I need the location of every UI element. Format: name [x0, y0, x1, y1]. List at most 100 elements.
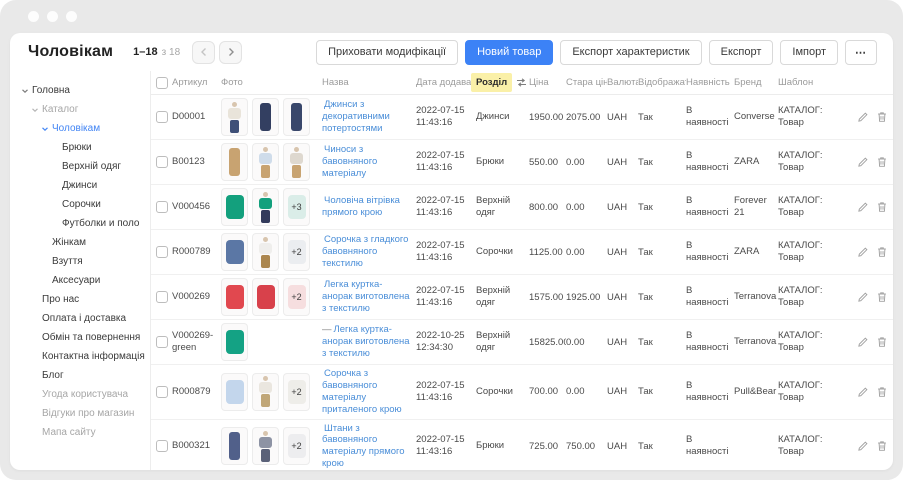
- import-button[interactable]: Імпорт: [780, 40, 838, 65]
- sort-icon[interactable]: [516, 78, 527, 87]
- column-header-display[interactable]: Відображати: [638, 77, 686, 88]
- export-characteristics-button[interactable]: Експорт характеристик: [560, 40, 701, 65]
- section-cell: Верхній одяг: [476, 330, 529, 354]
- product-link[interactable]: Сорочка з гладкого бавовняного текстилю: [322, 234, 408, 269]
- product-thumbnail[interactable]: [283, 98, 310, 136]
- row-checkbox[interactable]: [156, 291, 168, 303]
- product-thumbnail[interactable]: [221, 143, 248, 181]
- sidebar-item[interactable]: Контактна інформація: [10, 347, 150, 366]
- sidebar-item[interactable]: Угода користувача: [10, 385, 150, 404]
- new-product-button[interactable]: Новий товар: [465, 40, 553, 65]
- hide-modifications-button[interactable]: Приховати модифікації: [316, 40, 458, 65]
- row-checkbox[interactable]: [156, 386, 168, 398]
- sidebar-item[interactable]: Чоловікам: [10, 119, 150, 138]
- edit-pencil-icon[interactable]: [857, 246, 869, 258]
- row-checkbox[interactable]: [156, 246, 168, 258]
- product-link[interactable]: Сорочка з бавовняного матеріалу притален…: [322, 368, 402, 415]
- trash-icon[interactable]: [876, 111, 888, 123]
- column-header-currency[interactable]: Валюта: [607, 77, 638, 88]
- sidebar-item[interactable]: Брюки: [10, 138, 150, 157]
- more-photos-badge[interactable]: +2: [283, 233, 310, 271]
- export-button[interactable]: Експорт: [709, 40, 774, 65]
- pagination-prev-button[interactable]: [192, 41, 215, 64]
- product-thumbnail[interactable]: [221, 233, 248, 271]
- name-cell: Сорочка з бавовняного матеріалу притален…: [322, 368, 416, 416]
- trash-icon[interactable]: [876, 156, 888, 168]
- price-cell: 15825.00: [529, 337, 566, 348]
- sidebar-item[interactable]: Джинси: [10, 176, 150, 195]
- product-thumbnail[interactable]: [252, 188, 279, 226]
- product-thumbnail[interactable]: [252, 98, 279, 136]
- more-photos-badge[interactable]: +3: [283, 188, 310, 226]
- brand-cell: Terranova: [734, 336, 778, 348]
- trash-icon[interactable]: [876, 440, 888, 452]
- row-checkbox[interactable]: [156, 201, 168, 213]
- product-thumbnail[interactable]: [221, 373, 248, 411]
- product-thumbnail[interactable]: [252, 373, 279, 411]
- column-header-availability[interactable]: Наявність: [686, 77, 734, 88]
- product-thumbnail[interactable]: [252, 143, 279, 181]
- trash-icon[interactable]: [876, 291, 888, 303]
- product-thumbnail[interactable]: [252, 427, 279, 465]
- product-thumbnail[interactable]: [221, 427, 248, 465]
- product-link[interactable]: Штани з бавовняного матеріалу прямого кр…: [322, 423, 405, 470]
- window-dot-icon: [47, 11, 58, 22]
- edit-pencil-icon[interactable]: [857, 291, 869, 303]
- edit-pencil-icon[interactable]: [857, 440, 869, 452]
- column-header-sku[interactable]: Артикул: [172, 77, 221, 88]
- edit-pencil-icon[interactable]: [857, 386, 869, 398]
- row-checkbox[interactable]: [156, 111, 168, 123]
- column-header-template[interactable]: Шаблон: [778, 77, 851, 88]
- sidebar-item[interactable]: Жінкам: [10, 233, 150, 252]
- more-photos-badge[interactable]: +2: [283, 278, 310, 316]
- trash-icon[interactable]: [876, 336, 888, 348]
- product-link[interactable]: Чоловіча вітрівка прямого крою: [322, 195, 400, 218]
- product-thumbnail[interactable]: [221, 98, 248, 136]
- product-link[interactable]: Джинси з декоративними потертостями: [322, 99, 390, 134]
- sidebar-item[interactable]: Футболки и поло: [10, 214, 150, 233]
- product-thumbnail[interactable]: [252, 278, 279, 316]
- sidebar-item[interactable]: Аксесуари: [10, 271, 150, 290]
- product-link[interactable]: Чиноси з бавовняного матеріалу: [322, 144, 377, 179]
- sidebar-item[interactable]: Верхній одяг: [10, 157, 150, 176]
- sidebar-item[interactable]: Каталог: [10, 100, 150, 119]
- column-header-old-price[interactable]: Стара ціна: [566, 77, 607, 88]
- trash-icon[interactable]: [876, 246, 888, 258]
- row-checkbox[interactable]: [156, 440, 168, 452]
- row-checkbox[interactable]: [156, 156, 168, 168]
- column-header-brand[interactable]: Бренд: [734, 77, 778, 88]
- column-header-section[interactable]: Розділ: [476, 73, 529, 92]
- product-link[interactable]: Легка куртка-анорак виготовлена з тексти…: [322, 279, 410, 314]
- row-checkbox[interactable]: [156, 336, 168, 348]
- pagination-next-button[interactable]: [219, 41, 242, 64]
- product-thumbnail[interactable]: [221, 323, 248, 361]
- trash-icon[interactable]: [876, 201, 888, 213]
- column-header-photo[interactable]: Фото: [221, 77, 322, 88]
- sidebar-item[interactable]: Мапа сайту: [10, 423, 150, 442]
- edit-pencil-icon[interactable]: [857, 111, 869, 123]
- sidebar-item[interactable]: Про нас: [10, 290, 150, 309]
- sidebar-item[interactable]: Взуття: [10, 252, 150, 271]
- edit-pencil-icon[interactable]: [857, 201, 869, 213]
- sidebar-item[interactable]: Відгуки про магазин: [10, 404, 150, 423]
- column-header-name[interactable]: Назва: [322, 77, 416, 88]
- trash-icon[interactable]: [876, 386, 888, 398]
- sidebar-item[interactable]: Сорочки: [10, 195, 150, 214]
- sidebar-item[interactable]: Обмін та повернення: [10, 328, 150, 347]
- edit-pencil-icon[interactable]: [857, 156, 869, 168]
- sidebar-item[interactable]: Оплата і доставка: [10, 309, 150, 328]
- column-header-price[interactable]: Ціна: [529, 77, 566, 88]
- more-photos-badge[interactable]: +2: [283, 427, 310, 465]
- column-header-date[interactable]: Дата додавання: [416, 77, 476, 88]
- sidebar-item[interactable]: Блог: [10, 366, 150, 385]
- edit-pencil-icon[interactable]: [857, 336, 869, 348]
- product-thumbnail[interactable]: [283, 143, 310, 181]
- more-actions-button[interactable]: ⋯: [845, 40, 877, 65]
- product-thumbnail[interactable]: [221, 278, 248, 316]
- more-photos-badge[interactable]: +2: [283, 373, 310, 411]
- sidebar-item[interactable]: Головна: [10, 81, 150, 100]
- product-thumbnail[interactable]: [221, 188, 248, 226]
- select-all-checkbox[interactable]: [156, 77, 168, 89]
- product-link[interactable]: Легка куртка-анорак виготовлена з тексти…: [322, 324, 410, 359]
- product-thumbnail[interactable]: [252, 233, 279, 271]
